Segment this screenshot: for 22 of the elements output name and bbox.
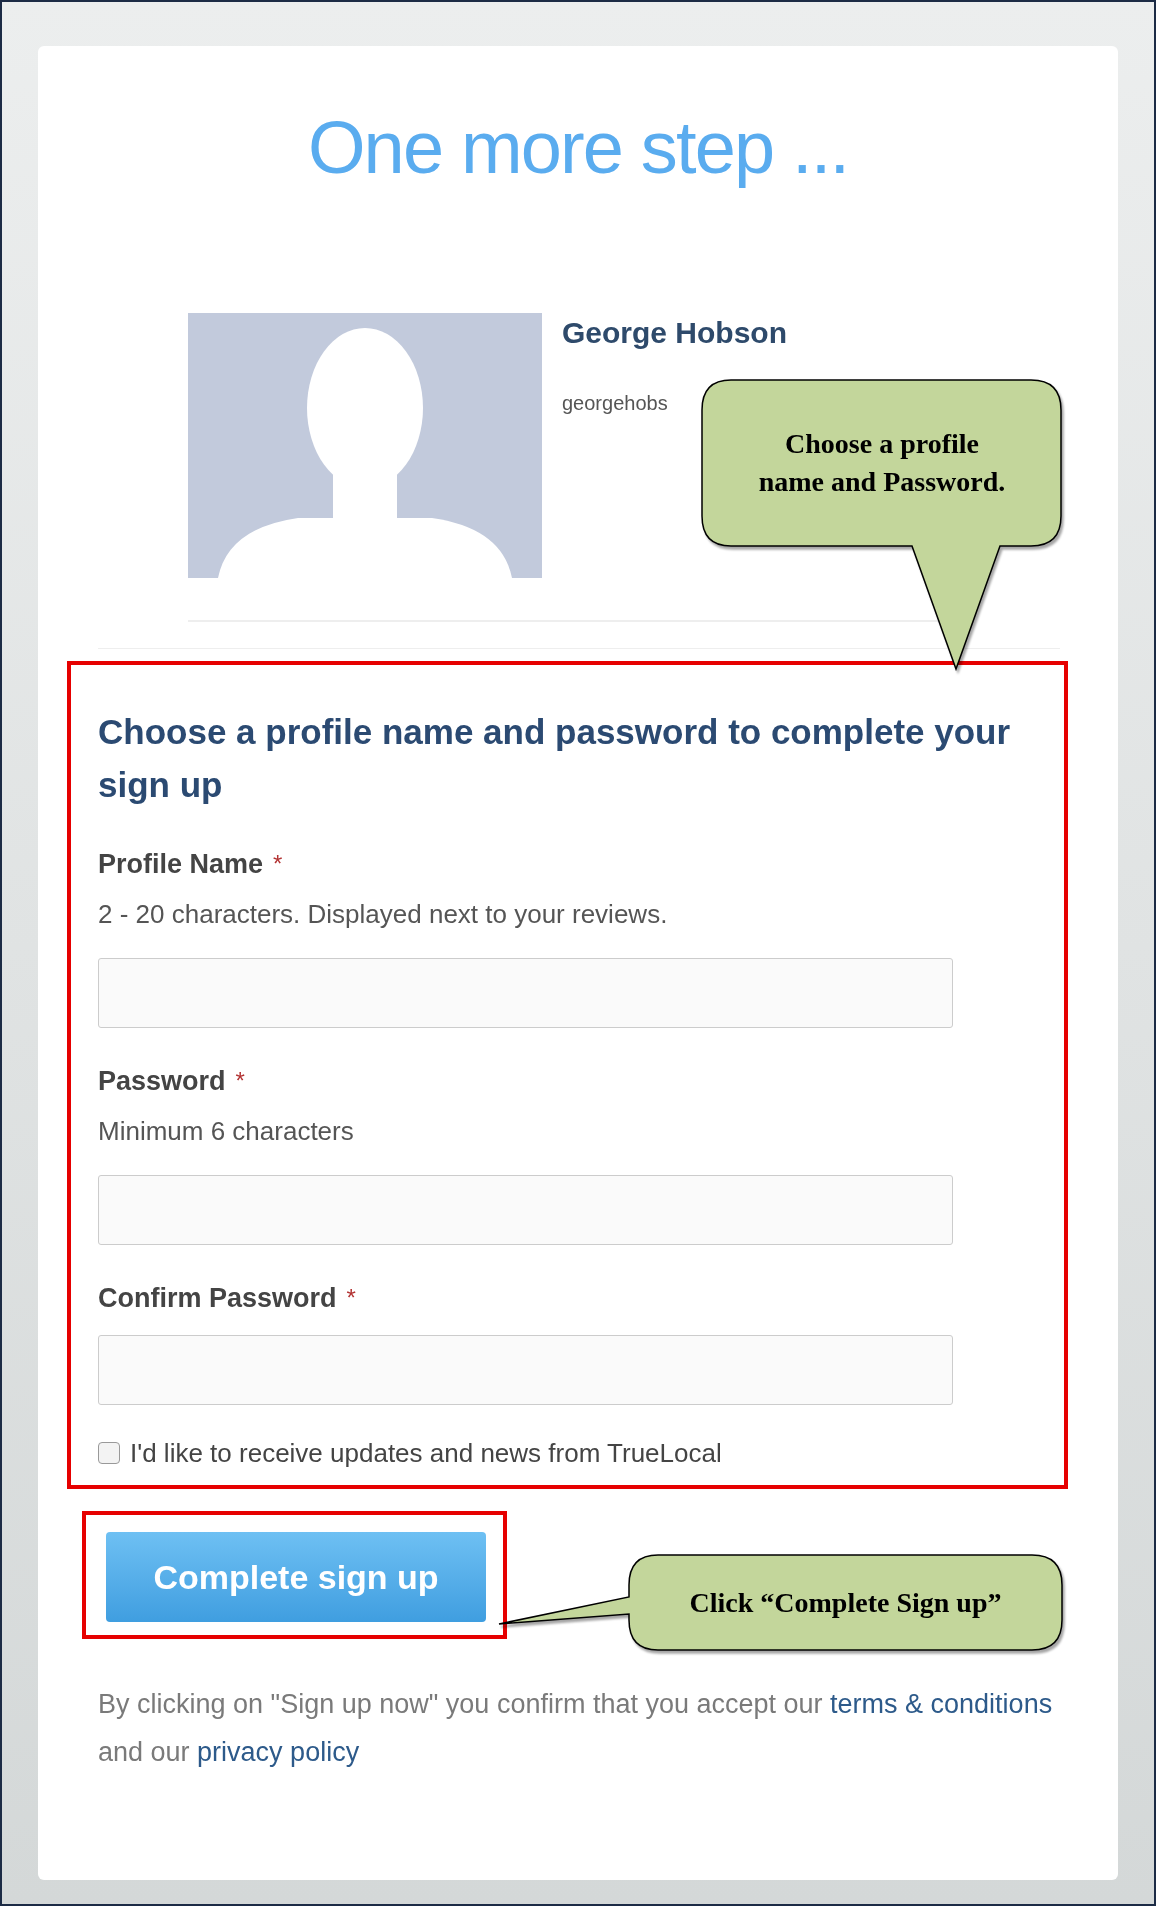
privacy-link[interactable]: privacy policy <box>197 1737 360 1767</box>
required-mark: * <box>273 849 283 879</box>
checkbox[interactable] <box>98 1442 120 1464</box>
required-mark: * <box>346 1283 356 1313</box>
input-field[interactable] <box>98 1175 953 1245</box>
field-label: Profile Name <box>98 848 264 881</box>
required-mark: * <box>235 1066 245 1096</box>
input-field[interactable] <box>98 958 953 1028</box>
form-heading: Choose a profile name and password to complete your sign up <box>98 711 1012 806</box>
callout-text: Click “Complete Sign up” <box>689 1585 1002 1620</box>
field-hint: 2 - 20 characters. Displayed next to your reviews. <box>98 898 669 931</box>
input-field[interactable] <box>98 1335 953 1405</box>
callout-text: Choose a profile name and Password. <box>757 427 1007 499</box>
profile-email: georgehobs <box>562 391 668 415</box>
terms-link[interactable]: terms & conditions <box>830 1689 1053 1719</box>
legal-text: By clicking on "Sign up now" you confirm that you accept our terms & conditions and our privacy policy <box>98 1688 1054 1769</box>
field-hint: Minimum 6 characters <box>98 1115 355 1148</box>
page-title: One more step ... <box>307 108 849 188</box>
field-label: Password <box>98 1065 226 1098</box>
checkbox-label: I'd like to receive updates and news from TrueLocal <box>130 1437 722 1470</box>
profile-name: George Hobson <box>562 315 787 351</box>
field-label: Confirm Password <box>98 1282 337 1315</box>
